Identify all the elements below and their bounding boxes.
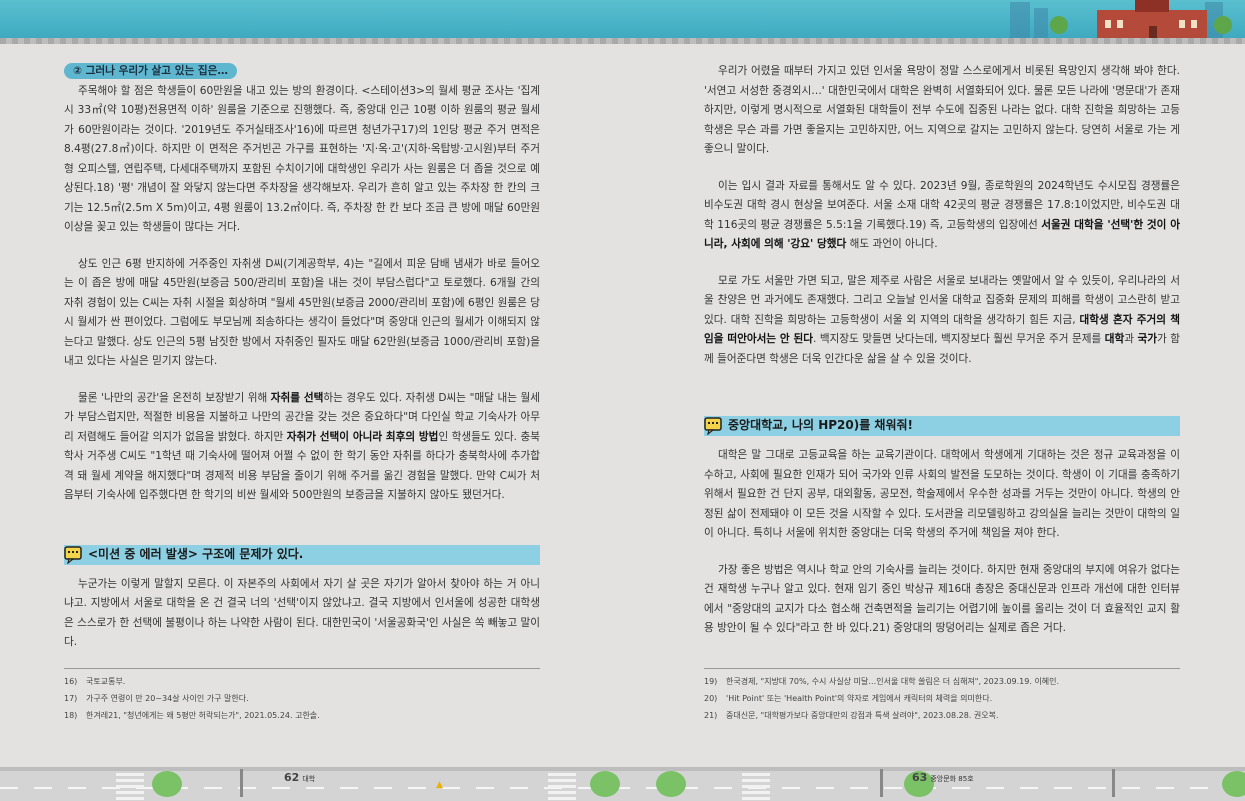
paragraph: 우리가 어렸을 때부터 가지고 있던 인서울 욕망이 정말 스스로에게서 비롯된… — [704, 65, 1180, 155]
crosswalk-icon — [548, 773, 576, 801]
speech-bubble-icon — [64, 545, 82, 564]
paragraph: 모로 가도 서울만 가면 되고, 말은 제주로 사람은 서울로 보내라는 옛말에… — [704, 274, 1180, 365]
footnote: 16) 국토교통부. — [64, 677, 126, 686]
footnote: 18) 한겨레21, "청년에게는 왜 5평만 허락되는가", 2021.05.2… — [64, 711, 320, 720]
warning-sign-icon: ▲ — [436, 780, 443, 790]
section-title: 중앙대학교, 나의 HP20)를 채워줘! — [728, 418, 914, 433]
paragraph: 이는 입시 결과 자료를 통해서도 알 수 있다. 2023년 9월, 종로학원… — [704, 179, 1180, 251]
top-decoration-bar — [0, 0, 1245, 44]
right-column: 우리가 어렸을 때부터 가지고 있던 인서울 욕망이 정말 스스로에게서 비롯된… — [704, 62, 1180, 639]
paragraph: 대학은 말 그대로 고등교육을 하는 교육기관이다. 대학에서 학생에게 기대하… — [704, 449, 1180, 539]
building-silhouette — [1010, 2, 1030, 38]
paragraph: 가장 좋은 방법은 역시나 학교 안의 기숙사를 늘리는 것이다. 하지만 현재… — [704, 563, 1180, 635]
street-lamp-icon — [1112, 769, 1115, 797]
footnotes-left: 16) 국토교통부. 17) 가구주 연령이 만 20~34살 사이인 가구 말한다… — [64, 668, 540, 724]
subsection-tag: ② 그러나 우리가 살고 있는 집은… — [64, 63, 237, 79]
bottom-street-decoration: ▲ — [0, 767, 1245, 801]
footnote: 17) 가구주 연령이 만 20~34살 사이인 가구 말한다. — [64, 694, 249, 703]
left-column: ② 그러나 우리가 살고 있는 집은… 주목해야 할 점은 학생들이 60만원을… — [64, 62, 540, 653]
tree-icon — [590, 771, 620, 797]
tree-icon — [152, 771, 182, 797]
building-silhouette — [1034, 8, 1048, 38]
footnote: 21) 중대신문, "대학평가보다 중앙대만의 강점과 특색 살려야", 2023… — [704, 711, 999, 720]
footnotes-right: 19) 한국경제, "지방대 70%, 수시 사실상 미달…인서울 대학 쏠림은 … — [704, 668, 1180, 724]
paragraph: 상도 인근 6평 반지하에 거주중인 자취생 D씨(기계공학부, 4)는 "길에… — [64, 257, 540, 368]
footnote: 19) 한국경제, "지방대 70%, 수시 사실상 미달…인서울 대학 쏠림은 … — [704, 677, 1060, 686]
tree-icon — [656, 771, 686, 797]
paragraph: 주목해야 할 점은 학생들이 60만원을 내고 있는 방의 환경이다. <스테이… — [64, 84, 540, 234]
street-lamp-icon — [880, 769, 883, 797]
tree-icon — [1214, 16, 1232, 34]
paragraph: 누군가는 이렇게 말할지 모른다. 이 자본주의 사회에서 자기 살 곳은 자기… — [64, 577, 540, 649]
section-title: <미션 중 에러 발생> 구조에 문제가 있다. — [88, 546, 304, 561]
tree-icon — [1222, 771, 1245, 797]
paragraph: 물론 '나만의 공간'을 온전히 보장받기 위해 자취를 선택하는 경우도 있다… — [64, 391, 541, 502]
page-number-right: 63 중앙문화 85호 — [912, 771, 974, 784]
page-number-left: 62 대학 — [284, 771, 316, 784]
street-lamp-icon — [240, 769, 243, 797]
crosswalk-icon — [116, 773, 144, 801]
top-strip — [0, 38, 1245, 44]
tree-icon — [1050, 16, 1068, 34]
section-heading: 중앙대학교, 나의 HP20)를 채워줘! — [704, 416, 1180, 436]
section-heading: <미션 중 에러 발생> 구조에 문제가 있다. — [64, 544, 540, 565]
speech-bubble-icon — [704, 417, 722, 435]
footnote: 20) 'Hit Point' 또는 'Health Point'의 약자로 게임… — [704, 694, 993, 703]
crosswalk-icon — [742, 773, 770, 801]
